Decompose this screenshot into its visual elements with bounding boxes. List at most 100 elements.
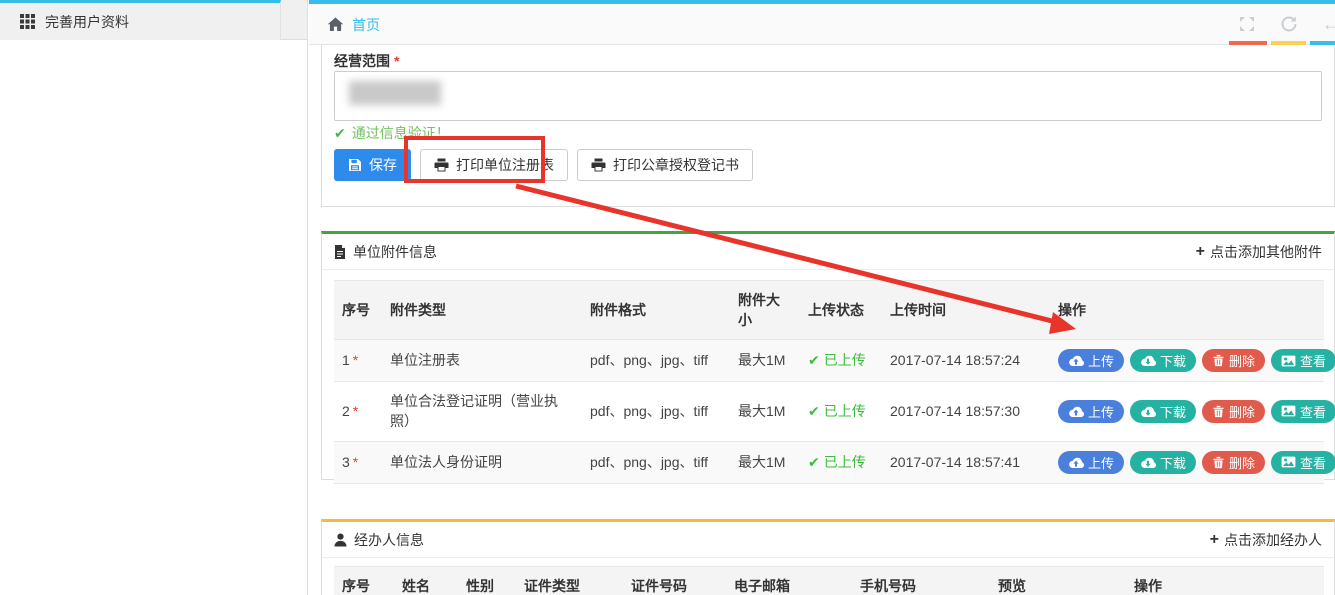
agents-panel-title-wrap: 经办人信息	[334, 530, 424, 550]
status-cell: ✔已上传	[800, 441, 882, 483]
breadcrumb-home-link[interactable]: 首页	[352, 15, 380, 35]
attachments-table: 序号 附件类型 附件格式 附件大小 上传状态 上传时间 操作 1* 单位注册表 …	[334, 280, 1324, 484]
save-icon	[348, 158, 362, 172]
upload-button[interactable]: 上传	[1058, 349, 1124, 372]
seq-value: 1	[342, 352, 350, 368]
grid-icon	[20, 14, 35, 29]
image-icon	[1281, 355, 1296, 367]
print-unit-registration-button[interactable]: 打印单位注册表	[420, 149, 568, 181]
format-cell: pdf、png、jpg、tiff	[582, 340, 730, 382]
seq-cell: 3*	[334, 441, 382, 483]
view-button[interactable]: 查看	[1271, 400, 1335, 423]
col-time: 上传时间	[882, 281, 1050, 340]
download-label: 下载	[1160, 402, 1186, 421]
size-cell: 最大1M	[730, 441, 800, 483]
fullscreen-icon[interactable]	[1238, 15, 1256, 33]
add-attachment-link[interactable]: + 点击添加其他附件	[1196, 242, 1322, 262]
status-text: 已上传	[824, 403, 866, 419]
print-seal-authorization-button[interactable]: 打印公章授权登记书	[577, 149, 753, 181]
validation-text: 通过信息验证！	[352, 123, 450, 143]
view-label: 查看	[1300, 351, 1326, 370]
type-cell: 单位法人身份证明	[382, 441, 582, 483]
sidebar: 完善用户资料	[0, 0, 308, 595]
delete-button[interactable]: 删除	[1202, 349, 1265, 372]
time-cell: 2017-07-14 18:57:30	[882, 382, 1050, 442]
delete-label: 删除	[1229, 351, 1255, 370]
save-button[interactable]: 保存	[334, 149, 411, 181]
delete-label: 删除	[1229, 402, 1255, 421]
business-scope-field-label: 经营范围*	[334, 53, 1322, 69]
download-label: 下载	[1160, 351, 1186, 370]
image-icon	[1281, 405, 1296, 417]
upload-button[interactable]: 上传	[1058, 451, 1124, 474]
required-asterisk: *	[394, 53, 399, 69]
status-text: 已上传	[824, 454, 866, 470]
trash-icon	[1212, 354, 1225, 367]
business-scope-textarea[interactable]	[334, 71, 1322, 121]
view-label: 查看	[1300, 453, 1326, 472]
trash-icon	[1212, 456, 1225, 469]
view-button[interactable]: 查看	[1271, 349, 1335, 372]
status-cell: ✔已上传	[800, 382, 882, 442]
attachments-panel-title-wrap: 单位附件信息	[334, 242, 437, 262]
print-icon	[591, 158, 606, 172]
upload-button[interactable]: 上传	[1058, 400, 1124, 423]
view-label: 查看	[1300, 402, 1326, 421]
user-icon	[334, 533, 347, 547]
upload-label: 上传	[1088, 453, 1114, 472]
table-row: 2* 单位合法登记证明（营业执照） pdf、png、jpg、tiff 最大1M …	[334, 382, 1324, 442]
print-seal-authorization-label: 打印公章授权登记书	[613, 155, 739, 175]
download-label: 下载	[1160, 453, 1186, 472]
cloud-upload-icon	[1068, 405, 1084, 418]
plus-icon: +	[1210, 533, 1219, 547]
save-button-label: 保存	[369, 155, 397, 175]
main-content: 经营范围* ✔ 通过信息验证！	[309, 45, 1335, 595]
cloud-upload-icon	[1068, 354, 1084, 367]
time-cell: 2017-07-14 18:57:24	[882, 340, 1050, 382]
page-root: 完善用户资料 首页 ←	[0, 0, 1335, 595]
delete-button[interactable]: 删除	[1202, 451, 1265, 474]
seq-cell: 1*	[334, 340, 382, 382]
table-row: 3* 单位法人身份证明 pdf、png、jpg、tiff 最大1M ✔已上传 2…	[334, 441, 1324, 483]
view-button[interactable]: 查看	[1271, 451, 1335, 474]
sidebar-tab-user-profile[interactable]: 完善用户资料	[0, 0, 281, 40]
refresh-icon[interactable]	[1280, 15, 1298, 33]
col-seq: 序号	[334, 281, 382, 340]
delete-button[interactable]: 删除	[1202, 400, 1265, 423]
col-preview: 预览	[990, 567, 1126, 595]
collapse-arrow-icon[interactable]: ←	[1322, 15, 1335, 33]
col-seq: 序号	[334, 567, 394, 595]
agents-table-header-row: 序号 姓名 性别 证件类型 证件号码 电子邮箱 手机号码 预览 操作	[334, 567, 1324, 595]
add-agent-link[interactable]: + 点击添加经办人	[1210, 530, 1322, 550]
actions-cell: 上传 下载 删除 查看	[1050, 382, 1324, 442]
add-agent-label: 点击添加经办人	[1224, 530, 1322, 550]
col-format: 附件格式	[582, 281, 730, 340]
type-cell: 单位注册表	[382, 340, 582, 382]
seq-cell: 2*	[334, 382, 382, 442]
col-email: 电子邮箱	[726, 567, 852, 595]
size-cell: 最大1M	[730, 382, 800, 442]
attachments-table-header-row: 序号 附件类型 附件格式 附件大小 上传状态 上传时间 操作	[334, 281, 1324, 340]
check-icon: ✔	[808, 403, 820, 419]
actions-cell: 上传 下载 删除 查看	[1050, 441, 1324, 483]
format-cell: pdf、png、jpg、tiff	[582, 441, 730, 483]
col-status: 上传状态	[800, 281, 882, 340]
topbar: 首页 ←	[309, 0, 1335, 45]
download-button[interactable]: 下载	[1130, 349, 1196, 372]
cloud-upload-icon	[1068, 456, 1084, 469]
attachments-panel-header: 单位附件信息 + 点击添加其他附件	[322, 234, 1334, 270]
required-asterisk: *	[353, 403, 358, 419]
home-icon	[327, 17, 344, 32]
download-button[interactable]: 下载	[1130, 451, 1196, 474]
download-button[interactable]: 下载	[1130, 400, 1196, 423]
required-asterisk: *	[353, 454, 358, 470]
sidebar-tab-label: 完善用户资料	[45, 12, 129, 32]
agents-panel: 经办人信息 + 点击添加经办人 序号 姓名 性别 证件类型	[321, 519, 1335, 595]
upload-label: 上传	[1088, 402, 1114, 421]
actions-cell: 上传 下载 删除 查看	[1050, 340, 1324, 382]
cloud-download-icon	[1140, 405, 1156, 418]
col-phone: 手机号码	[852, 567, 990, 595]
format-cell: pdf、png、jpg、tiff	[582, 382, 730, 442]
agents-panel-header: 经办人信息 + 点击添加经办人	[322, 522, 1334, 558]
add-attachment-label: 点击添加其他附件	[1210, 242, 1322, 262]
